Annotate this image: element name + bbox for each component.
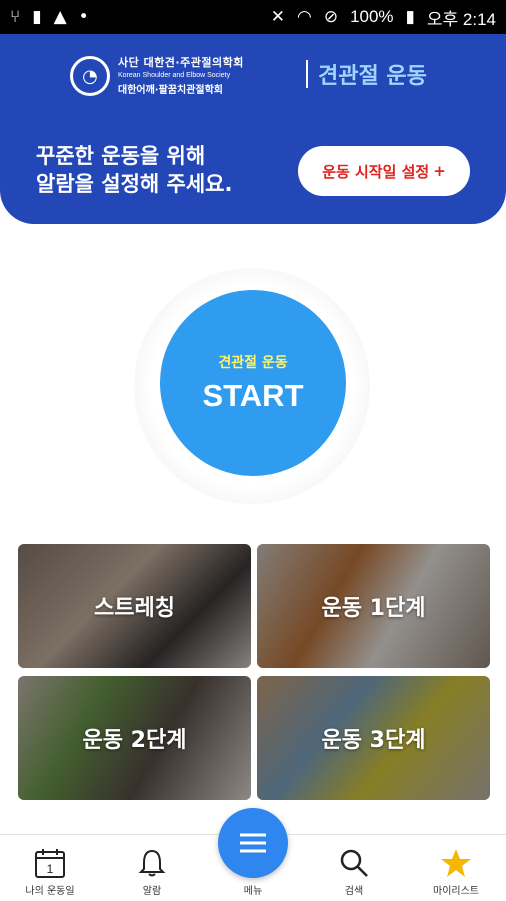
tile-stretching[interactable]: 스트레칭 — [18, 544, 251, 668]
alarm-prompt-line1: 꾸준한 운동을 위해 — [36, 144, 206, 168]
nav-mylist-label: 마이리스트 — [433, 886, 479, 897]
battery-level: 100% — [350, 7, 394, 26]
nav-search-label: 검색 — [344, 886, 364, 897]
battery-icon: ▮ — [405, 7, 415, 26]
nav-menu-label: 메뉴 — [243, 886, 263, 897]
warning-icon: ▲ — [53, 7, 67, 27]
org-name-korean-alt: 대한어깨·팔꿈치관절학회 — [118, 85, 223, 96]
search-icon — [340, 849, 368, 877]
tile-label: 스트레칭 — [94, 596, 175, 621]
alarm-prompt-line2: 알람을 설정해 주세요. — [36, 172, 233, 196]
menu-button[interactable] — [218, 808, 288, 878]
tile-label: 운동 2단계 — [82, 728, 187, 753]
status-bar: ⑂ ▮ ▲ • ✕ ◠ ⊘ 100% ▮ 오후 2:14 — [0, 0, 506, 34]
hamburger-icon — [240, 833, 266, 853]
lock-icon: ▮ — [32, 7, 42, 27]
set-start-date-button[interactable]: 운동 시작일 설정 + — [298, 146, 470, 196]
wifi-icon: ◠ — [296, 7, 312, 26]
society-logo-icon: ◔ — [70, 56, 110, 96]
nav-alarm[interactable]: 알람 — [102, 835, 202, 901]
tile-exercise-step-1[interactable]: 운동 1단계 — [257, 544, 490, 668]
star-icon — [441, 849, 471, 877]
tile-exercise-step-2[interactable]: 운동 2단계 — [18, 676, 251, 800]
mute-icon: ✕ — [270, 7, 285, 26]
fork-icon: ⑂ — [10, 7, 21, 27]
nav-my-exercise-label: 나의 운동일 — [25, 886, 75, 897]
start-label: START — [202, 378, 304, 413]
nav-my-exercise[interactable]: 1 나의 운동일 — [0, 835, 100, 901]
organization-name: 사단 대한견·주관절의학회 Korean Shoulder and Elbow … — [118, 54, 244, 96]
nav-search[interactable]: 검색 — [304, 835, 404, 901]
calendar-icon: 1 — [35, 849, 65, 878]
dot-icon: • — [78, 7, 89, 27]
plus-icon: + — [433, 162, 446, 180]
tile-label: 운동 1단계 — [321, 596, 426, 621]
tile-label: 운동 3단계 — [321, 728, 426, 753]
nav-alarm-label: 알람 — [142, 886, 162, 897]
nav-mylist[interactable]: 마이리스트 — [406, 835, 506, 901]
start-subtitle: 견관절 운동 — [218, 355, 288, 371]
calendar-day: 1 — [47, 862, 54, 876]
org-name-english: Korean Shoulder and Elbow Society — [118, 72, 231, 79]
set-start-date-label: 운동 시작일 설정 — [322, 162, 430, 181]
alarm-prompt: 꾸준한 운동을 위해 알람을 설정해 주세요. — [36, 142, 232, 198]
start-exercise-button[interactable]: 견관절 운동 START — [160, 290, 346, 476]
dnd-icon: ⊘ — [323, 7, 339, 26]
org-name-korean: 사단 대한견·주관절의학회 — [118, 56, 244, 69]
app-title: 견관절 운동 — [318, 64, 427, 89]
bell-icon — [138, 849, 166, 877]
tile-exercise-step-3[interactable]: 운동 3단계 — [257, 676, 490, 800]
header-divider — [306, 60, 308, 88]
clock: 오후 2:14 — [426, 9, 496, 29]
